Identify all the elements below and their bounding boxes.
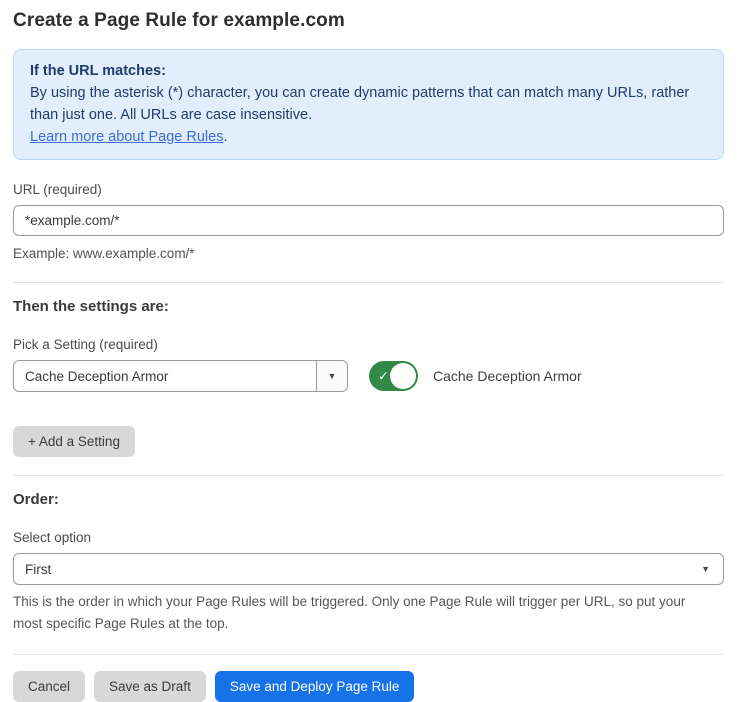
setting-select-arrow-button[interactable]: ▼ <box>316 361 347 391</box>
info-box-body: By using the asterisk (*) character, you… <box>30 82 707 126</box>
page-title: Create a Page Rule for example.com <box>13 10 724 32</box>
url-example-helper: Example: www.example.com/* <box>13 243 724 264</box>
settings-section-heading: Then the settings are: <box>13 298 724 315</box>
setting-toggle-label: Cache Deception Armor <box>433 368 582 384</box>
cancel-button[interactable]: Cancel <box>13 671 85 702</box>
order-section-heading: Order: <box>13 491 724 508</box>
order-select-value: First <box>25 562 701 577</box>
link-suffix: . <box>223 129 227 145</box>
chevron-down-icon: ▼ <box>328 372 337 381</box>
setting-toggle[interactable]: ✓ <box>369 361 418 391</box>
divider <box>13 475 724 476</box>
chevron-down-icon: ▼ <box>701 565 710 574</box>
url-match-info-box: If the URL matches: By using the asteris… <box>13 49 724 160</box>
save-and-deploy-button[interactable]: Save and Deploy Page Rule <box>215 671 415 702</box>
pick-setting-label: Pick a Setting (required) <box>13 337 724 352</box>
divider <box>13 282 724 283</box>
order-helper-text: This is the order in which your Page Rul… <box>13 591 713 635</box>
add-setting-button[interactable]: + Add a Setting <box>13 426 135 457</box>
toggle-knob <box>390 363 416 389</box>
order-select[interactable]: First ▼ <box>13 553 724 585</box>
setting-select-value: Cache Deception Armor <box>14 361 316 391</box>
setting-select[interactable]: Cache Deception Armor ▼ <box>13 360 348 392</box>
info-box-body-text: By using the asterisk (*) character, you… <box>30 85 689 123</box>
url-field-label: URL (required) <box>13 182 724 197</box>
check-icon: ✓ <box>378 370 389 383</box>
setting-toggle-group: ✓ Cache Deception Armor <box>369 361 582 391</box>
footer-actions: Cancel Save as Draft Save and Deploy Pag… <box>13 671 724 702</box>
order-select-label: Select option <box>13 530 724 545</box>
learn-more-link[interactable]: Learn more about Page Rules <box>30 129 223 145</box>
info-box-link-line: Learn more about Page Rules. <box>30 126 707 148</box>
url-input[interactable] <box>13 205 724 236</box>
divider <box>13 654 724 655</box>
create-page-rule-form: Create a Page Rule for example.com If th… <box>0 0 750 679</box>
save-as-draft-button[interactable]: Save as Draft <box>94 671 206 702</box>
setting-row: Cache Deception Armor ▼ ✓ Cache Deceptio… <box>13 360 724 392</box>
info-box-heading: If the URL matches: <box>30 60 707 82</box>
